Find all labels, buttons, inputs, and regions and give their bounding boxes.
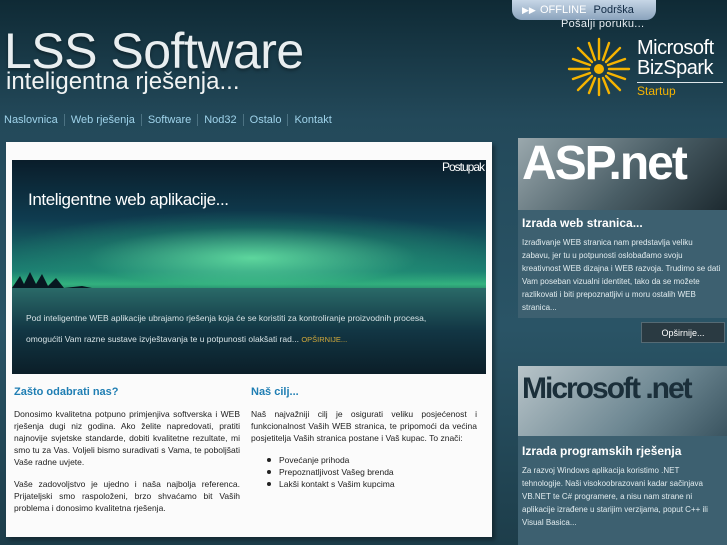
- bizspark-startup-text: Startup: [637, 84, 676, 98]
- nav-item-nod32[interactable]: Nod32: [197, 114, 242, 126]
- support-label: Podrška: [593, 4, 634, 16]
- dotnet-title: Izrada programskih rješenja: [522, 444, 682, 458]
- goal-list-item: Povećanje prihoda: [267, 454, 477, 466]
- why-us-section: Zašto odabrati nas? Donosimo kvalitetna …: [14, 386, 240, 524]
- slider-heading: Inteligentne web aplikacije...: [28, 190, 229, 209]
- slider-caption: Pod inteligentne WEB aplikacije ubrajamo…: [26, 308, 476, 350]
- featured-slider[interactable]: Postupak Inteligentne web aplikacije... …: [12, 160, 486, 374]
- support-status: OFFLINE: [540, 4, 587, 16]
- slider-caption-line1: Pod inteligentne WEB aplikacije ubrajamo…: [26, 313, 427, 323]
- our-goal-paragraph: Naš najvažniji cilj je osigurati veliku …: [251, 409, 477, 443]
- dotnet-box: Microsoft .net Izrada programskih rješen…: [518, 366, 727, 545]
- dotnet-image-text: Microsoft .net: [522, 372, 693, 405]
- aspnet-title: Izrada web stranica...: [522, 216, 643, 230]
- aspnet-more-button[interactable]: Opširnije...: [641, 322, 725, 343]
- nav-item-software[interactable]: Software: [140, 114, 197, 126]
- goal-list: Povećanje prihoda Prepoznatljivost Vašeg…: [267, 454, 477, 490]
- nav-item-ostalo[interactable]: Ostalo: [242, 114, 288, 126]
- site-tagline: inteligentna rješenja...: [6, 68, 240, 95]
- nav-item-kontakt[interactable]: Kontakt: [287, 114, 337, 126]
- why-us-paragraph-2: Vaše zadovoljstvo je ujedno i naša najbo…: [14, 479, 240, 513]
- nav-item-naslovnica[interactable]: Naslovnica: [0, 114, 64, 126]
- dotnet-image: Microsoft .net: [518, 366, 727, 436]
- goal-list-item: Lakši kontakt s Vašim kupcima: [267, 478, 477, 490]
- our-goal-heading: Naš cilj...: [251, 386, 299, 398]
- our-goal-section: Naš cilj... Naš najvažniji cilj je osigu…: [251, 386, 477, 490]
- bizspark-divider: [637, 82, 723, 83]
- aspnet-image: ASP.net: [518, 138, 727, 210]
- why-us-paragraph-1: Donosimo kvalitetna potpuno primjenjiva …: [14, 409, 240, 467]
- bizspark-sun-icon: [567, 37, 631, 97]
- bizspark-logo[interactable]: Microsoft BizSpark Startup: [565, 33, 725, 99]
- aspnet-text: Izrađivanje WEB stranica nam predstavlja…: [522, 238, 721, 312]
- slider-more-link[interactable]: OPŠIRNIJE...: [301, 335, 347, 344]
- why-us-heading: Zašto odabrati nas?: [14, 386, 119, 398]
- dotnet-text: Za razvoj Windows aplikacija koristimo .…: [522, 466, 708, 527]
- main-content-panel: Postupak Inteligentne web aplikacije... …: [6, 142, 492, 537]
- bizspark-name-text: BizSpark: [637, 57, 714, 79]
- play-arrows-icon: ▶▶: [522, 5, 536, 15]
- aspnet-box: ASP.net Izrada web stranica... Izrađivan…: [518, 138, 727, 318]
- aspnet-image-text: ASP.net: [522, 138, 688, 190]
- support-status-button[interactable]: ▶▶ OFFLINE Podrška: [512, 0, 656, 20]
- send-message-link[interactable]: Pošalji poruku...: [561, 18, 644, 30]
- slider-tab-label[interactable]: Postupak: [442, 160, 485, 174]
- main-navigation: Naslovnica Web rješenja Software Nod32 O…: [0, 110, 338, 130]
- nav-item-web-rjesenja[interactable]: Web rješenja: [63, 114, 141, 126]
- slider-caption-line2: omogućiti Vam razne sustave izvještavanj…: [26, 334, 299, 344]
- goal-list-item: Prepoznatljivost Vašeg brenda: [267, 466, 477, 478]
